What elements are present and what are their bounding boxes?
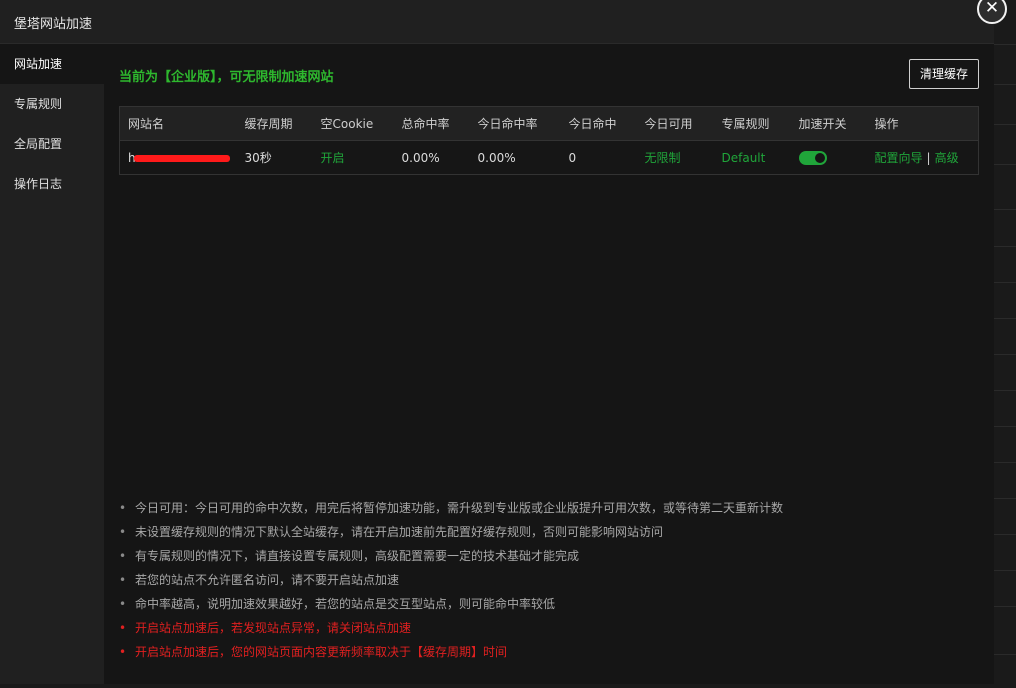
redaction-mark <box>133 154 230 162</box>
tip-item: 未设置缓存规则的情况下默认全站缓存，请在开启加速前先配置好缓存规则，否则可能影响… <box>119 520 783 544</box>
sidebar: 网站加速 专属规则 全局配置 操作日志 <box>0 44 104 684</box>
cell-empty-cookie: 开启 <box>312 140 394 175</box>
tip-item: 今日可用：今日可用的命中次数，用完后将暂停加速功能，需升级到专业版或企业版提升可… <box>119 496 783 520</box>
cell-site-name: h <box>119 140 237 175</box>
sidebar-item-site-acceleration[interactable]: 网站加速 <box>0 44 104 84</box>
cell-actions: 配置向导 | 高级 <box>866 140 979 175</box>
acceleration-toggle[interactable] <box>798 150 827 165</box>
col-total-hit-rate: 总命中率 <box>393 106 470 141</box>
background-panel-bottom <box>0 684 1016 688</box>
config-wizard-link[interactable]: 配置向导 <box>875 151 923 165</box>
col-site-name: 网站名 <box>119 106 237 141</box>
cell-custom-rule[interactable]: Default <box>713 140 791 175</box>
clear-cache-button[interactable]: 清理缓存 <box>909 59 979 89</box>
col-acceleration-switch: 加速开关 <box>790 106 867 141</box>
main-content: 当前为【企业版】，可无限制加速网站 清理缓存 网站名 缓存周期 空Cookie … <box>104 44 994 684</box>
table-row: h 30秒 开启 0.00% 0.00% 0 无限制 Default 配置向导 |… <box>119 140 979 175</box>
col-today-hit-rate: 今日命中率 <box>469 106 561 141</box>
cell-cache-period: 30秒 <box>236 140 313 175</box>
cell-today-available: 无限制 <box>636 140 714 175</box>
sidebar-item-operation-log[interactable]: 操作日志 <box>0 164 104 204</box>
advanced-link[interactable]: 高级 <box>935 151 959 165</box>
col-custom-rule: 专属规则 <box>713 106 791 141</box>
col-cache-period: 缓存周期 <box>236 106 313 141</box>
tip-item: 若您的站点不允许匿名访问，请不要开启站点加速 <box>119 568 783 592</box>
col-today-available: 今日可用 <box>636 106 714 141</box>
tip-item: 命中率越高，说明加速效果越好，若您的站点是交互型站点，则可能命中率较低 <box>119 592 783 616</box>
dialog-title: 堡塔网站加速 <box>14 17 93 32</box>
col-empty-cookie: 空Cookie <box>312 106 394 141</box>
tip-item-warning: 开启站点加速后，您的网站页面内容更新频率取决于【缓存周期】时间 <box>119 640 783 664</box>
cell-today-hit-rate: 0.00% <box>469 140 561 175</box>
cell-today-hits: 0 <box>560 140 637 175</box>
edition-notice: 当前为【企业版】，可无限制加速网站 <box>119 70 334 85</box>
tip-item: 有专属规则的情况下，请直接设置专属规则，高级配置需要一定的技术基础才能完成 <box>119 544 783 568</box>
dialog-titlebar: 堡塔网站加速 <box>0 0 994 44</box>
site-acceleration-dialog: 堡塔网站加速 网站加速 专属规则 全局配置 操作日志 当前为【企业版】，可无限制… <box>0 0 994 684</box>
table-header-row: 网站名 缓存周期 空Cookie 总命中率 今日命中率 今日命中 今日可用 专属… <box>119 106 979 141</box>
col-actions: 操作 <box>866 106 979 141</box>
sidebar-item-global-config[interactable]: 全局配置 <box>0 124 104 164</box>
background-panel-right <box>994 0 1016 688</box>
cell-total-hit-rate: 0.00% <box>393 140 470 175</box>
action-separator: | <box>926 151 931 165</box>
cell-acceleration-switch <box>790 140 867 175</box>
col-today-hits: 今日命中 <box>560 106 637 141</box>
tip-item-warning: 开启站点加速后，若发现站点异常，请关闭站点加速 <box>119 616 783 640</box>
site-table: 网站名 缓存周期 空Cookie 总命中率 今日命中率 今日命中 今日可用 专属… <box>119 106 979 175</box>
sidebar-item-custom-rules[interactable]: 专属规则 <box>0 84 104 124</box>
toggle-knob <box>814 152 825 163</box>
tips-list: 今日可用：今日可用的命中次数，用完后将暂停加速功能，需升级到专业版或企业版提升可… <box>119 496 783 664</box>
